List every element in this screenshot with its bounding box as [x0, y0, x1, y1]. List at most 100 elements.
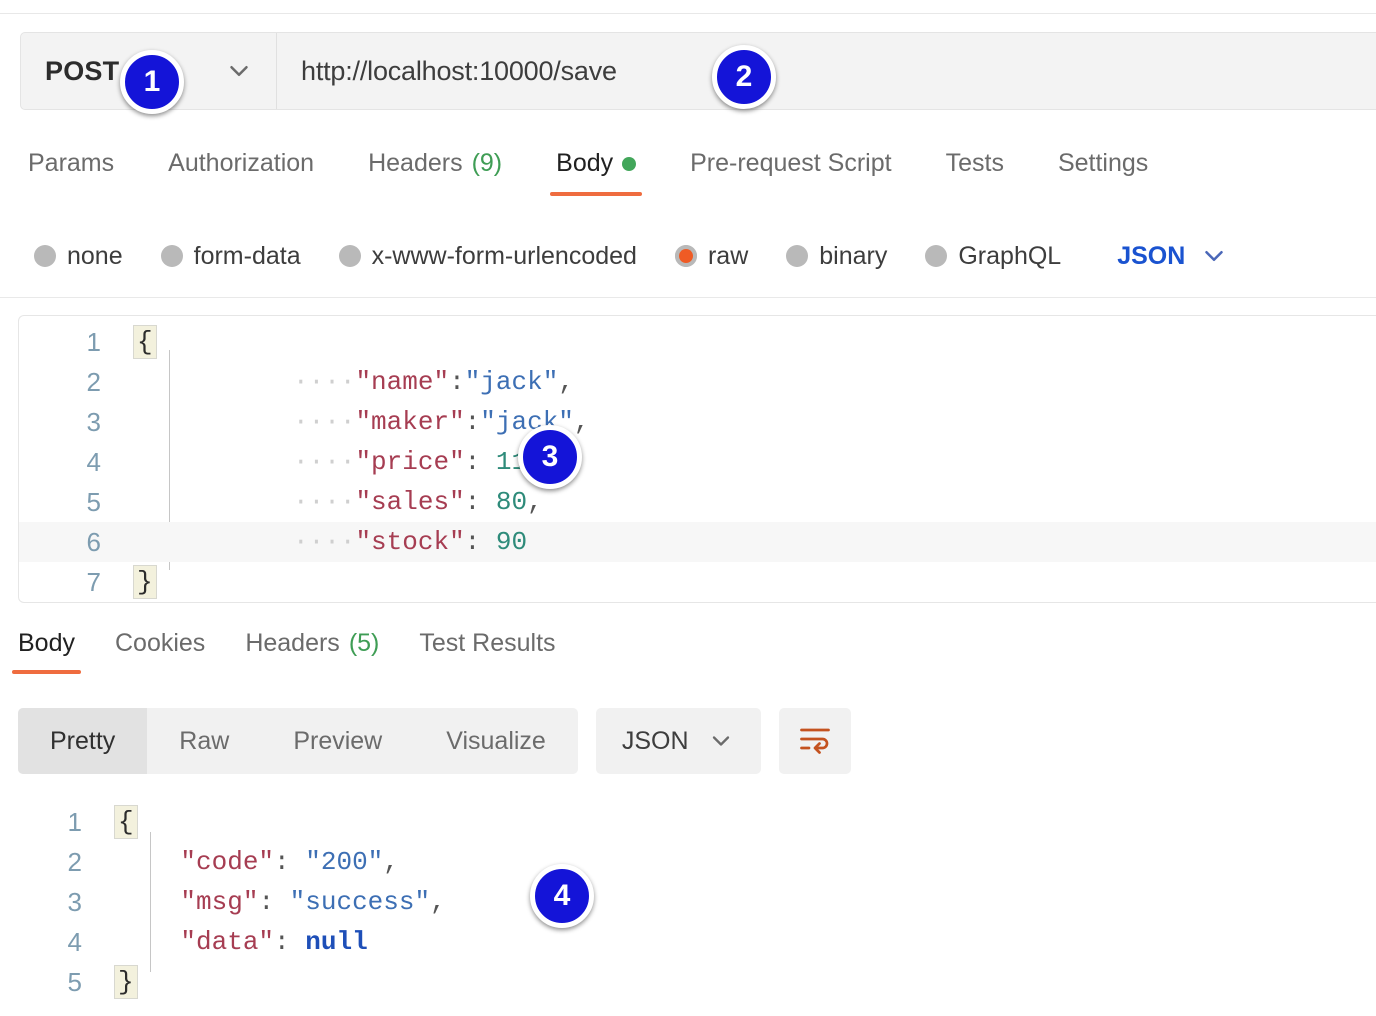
- line-number: 2: [67, 847, 82, 877]
- json-key: "code": [180, 847, 275, 877]
- close-brace: }: [114, 965, 138, 999]
- request-url-bar: POST http://localhost:10000/save: [20, 32, 1376, 110]
- callout-number: 1: [143, 65, 161, 98]
- view-mode-visualize[interactable]: Visualize: [414, 708, 578, 774]
- json-null-value: null: [305, 927, 368, 957]
- view-mode-label: Preview: [293, 726, 383, 755]
- green-status-dot-icon: [622, 156, 637, 171]
- radio-icon: [786, 245, 809, 267]
- view-mode-label: Raw: [179, 726, 230, 755]
- tab-authorization[interactable]: Authorization: [168, 145, 314, 196]
- callout-number: 3: [541, 440, 559, 473]
- tab-settings[interactable]: Settings: [1058, 145, 1148, 196]
- tab-label: Authorization: [168, 149, 315, 177]
- line-number: 1: [86, 327, 101, 357]
- headers-count: (9): [471, 149, 503, 177]
- line-number: 1: [67, 807, 82, 837]
- json-string-value: "200": [305, 847, 384, 877]
- json-colon: :: [464, 527, 496, 557]
- request-code-area[interactable]: 1 { 2 ····"name":"jack", 3 ····"maker":"…: [19, 316, 1376, 602]
- tab-params[interactable]: Params: [28, 145, 114, 196]
- response-view-toolbar: Pretty Raw Preview Visualize JSON: [18, 708, 851, 774]
- json-comma: ,: [527, 487, 543, 517]
- http-method-label: POST: [45, 55, 120, 86]
- code-line: 5 }: [0, 962, 1376, 1002]
- response-view-mode-group: Pretty Raw Preview Visualize: [18, 708, 578, 774]
- url-value: http://localhost:10000/save: [301, 55, 617, 86]
- response-tab-headers[interactable]: Headers (5): [245, 625, 379, 674]
- tab-label: Settings: [1057, 149, 1149, 177]
- response-format-selector[interactable]: JSON: [595, 708, 761, 774]
- json-comma: ,: [430, 887, 446, 917]
- code-line: 7 }: [19, 562, 1376, 602]
- response-tab-body[interactable]: Body: [12, 625, 81, 674]
- json-comma: ,: [383, 847, 399, 877]
- callout-number: 2: [735, 60, 753, 93]
- response-tab-bar: Body Cookies Headers (5) Test Results: [0, 625, 1376, 681]
- tab-body[interactable]: Body: [550, 145, 643, 196]
- view-mode-raw[interactable]: Raw: [147, 708, 261, 774]
- response-body-viewer[interactable]: 1 { 2 "code": "200", 3 "msg": "success",…: [0, 788, 1376, 1016]
- open-brace: {: [114, 805, 138, 839]
- code-line-active: 6 ····"stock": 90: [19, 522, 1376, 562]
- radio-selected-icon: [674, 245, 697, 267]
- raw-format-label: JSON: [1117, 241, 1186, 270]
- line-number: 2: [86, 367, 101, 397]
- top-divider: [0, 13, 1376, 14]
- line-number: 3: [67, 887, 82, 917]
- chevron-down-icon[interactable]: [1199, 241, 1229, 271]
- body-type-label: binary: [819, 241, 888, 270]
- body-types-divider: [0, 297, 1376, 298]
- url-input[interactable]: http://localhost:10000/save: [277, 33, 1376, 109]
- body-type-x-www-form-urlencoded[interactable]: x-www-form-urlencoded: [338, 241, 637, 271]
- raw-format-selector[interactable]: JSON: [1117, 241, 1229, 271]
- wrap-lines-button[interactable]: [778, 708, 851, 774]
- tab-label: Body: [556, 149, 614, 177]
- line-number: 4: [67, 927, 82, 957]
- line-number: 5: [86, 487, 101, 517]
- callout-number: 4: [553, 879, 571, 912]
- tab-label: Params: [28, 149, 115, 177]
- indent-dots: ····: [293, 527, 356, 557]
- tab-pre-request-script[interactable]: Pre-request Script: [690, 145, 891, 196]
- body-type-graphql[interactable]: GraphQL: [925, 242, 1061, 271]
- response-tab-test-results[interactable]: Test Results: [419, 625, 555, 674]
- response-tab-cookies[interactable]: Cookies: [115, 625, 205, 674]
- line-number: 4: [86, 447, 101, 477]
- body-type-label: GraphQL: [958, 241, 1062, 270]
- chevron-down-icon[interactable]: [707, 727, 735, 755]
- json-comma: ,: [573, 407, 590, 437]
- json-string-value: "success": [289, 887, 431, 917]
- json-colon: :: [274, 927, 306, 957]
- callout-badge-4: 4: [530, 864, 594, 928]
- tab-tests[interactable]: Tests: [946, 145, 1004, 196]
- radio-icon: [160, 245, 183, 267]
- request-body-editor[interactable]: 1 { 2 ····"name":"jack", 3 ····"maker":"…: [18, 315, 1376, 603]
- body-type-raw[interactable]: raw: [674, 242, 748, 271]
- body-type-binary[interactable]: binary: [786, 242, 887, 271]
- json-colon: :: [258, 887, 290, 917]
- view-mode-label: Pretty: [50, 726, 116, 755]
- tab-label: Headers: [368, 149, 463, 177]
- body-type-form-data[interactable]: form-data: [160, 242, 301, 271]
- tab-label: Cookies: [114, 629, 206, 657]
- chevron-down-icon[interactable]: [224, 56, 254, 86]
- json-key: "msg": [180, 887, 259, 917]
- line-number: 6: [86, 527, 101, 557]
- json-key: "stock": [355, 527, 465, 557]
- request-tab-bar: Params Authorization Headers (9) Body Pr…: [0, 145, 1376, 207]
- wrap-lines-icon: [797, 724, 833, 759]
- tab-label: Body: [18, 629, 75, 657]
- view-mode-preview[interactable]: Preview: [261, 708, 414, 774]
- callout-badge-1: 1: [120, 50, 184, 114]
- tab-label: Headers: [245, 629, 340, 657]
- tab-label: Tests: [945, 149, 1004, 177]
- radio-icon: [925, 245, 948, 267]
- response-format-label: JSON: [621, 726, 689, 755]
- json-number-value: 90: [495, 527, 528, 557]
- tab-headers[interactable]: Headers (9): [368, 145, 502, 196]
- body-type-label: x-www-form-urlencoded: [371, 241, 637, 270]
- response-code-area[interactable]: 1 { 2 "code": "200", 3 "msg": "success",…: [0, 788, 1376, 1002]
- view-mode-pretty[interactable]: Pretty: [18, 708, 148, 774]
- body-type-none[interactable]: none: [34, 242, 123, 271]
